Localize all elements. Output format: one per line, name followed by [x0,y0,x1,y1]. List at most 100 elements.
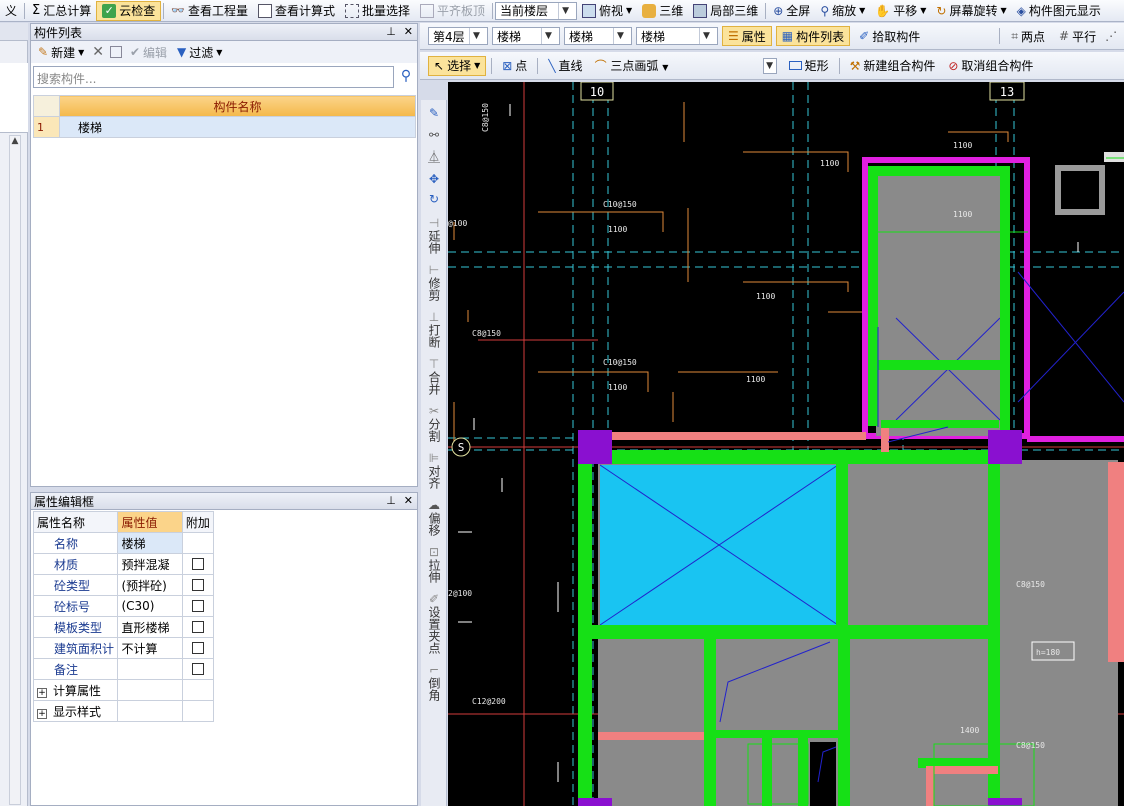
select-tool-button[interactable]: ↖ 选择 ▼ [428,55,487,76]
cancel-combo-button[interactable]: ⊘ 取消组合构件 [943,56,1038,76]
drawing-canvas[interactable]: 10 13 S 1100 1100 1100 1100 1100 1100 11… [448,82,1124,806]
property-row-concrete-type[interactable]: 砼类型 (预拌砼) [32,574,215,596]
prop-concrete-grade-checkbox[interactable] [181,595,215,617]
close-icon[interactable]: ✕ [404,25,413,38]
pan-button[interactable]: ✋ 平移 ▼ [870,1,931,21]
parallel-button[interactable]: # 平行 [1054,26,1101,46]
floor-select[interactable]: 第4层 ▼ [428,27,488,45]
rotate-tool-icon[interactable]: ↻ [421,192,447,206]
property-row-formwork[interactable]: 模板类型 直形楼梯 [32,616,215,638]
view-quantity-button[interactable]: 👓 查看工程量 [166,1,253,21]
brush-icon[interactable]: ✎ [421,106,447,120]
new-combo-button[interactable]: ⚒ 新建组合构件 [845,56,941,76]
property-row-building-area[interactable]: 建筑面积计 不计算 [32,637,215,659]
cad-drawing[interactable]: 10 13 S 1100 1100 1100 1100 1100 1100 11… [448,82,1124,806]
property-group-calc[interactable]: + 计算属性 [32,679,215,701]
break-tool[interactable]: ⊥ 打断 [421,310,447,351]
offset-tool[interactable]: ☁ 偏移 [421,498,447,539]
cursor-icon: ↖ [434,58,445,73]
extend-tool[interactable]: ⊣ 延伸 [421,216,447,257]
prop-concrete-type-checkbox[interactable] [181,574,215,596]
rect-tool-button[interactable]: 矩形 [784,56,834,76]
copy-tool-icon[interactable]: ⚯ [421,128,447,142]
prop-name-value[interactable]: 楼梯 [117,532,183,554]
prop-concrete-type-value[interactable]: (预拌砼) [117,574,183,596]
screen-rotate-button[interactable]: ↻ 屏幕旋转 ▼ [931,1,1011,21]
prop-remark-value[interactable] [117,658,183,680]
row-component-name[interactable]: 楼梯 [59,116,416,138]
batch-select-button[interactable]: 批量选择 [340,1,415,21]
prop-remark-checkbox[interactable] [181,658,215,680]
property-row-remark[interactable]: 备注 [32,658,215,680]
new-component-button[interactable]: ✎ 新建 ▼ [36,42,86,62]
zoom-button[interactable]: ⚲ 缩放 ▼ [815,1,870,21]
prop-material-value[interactable]: 预拌混凝 [117,553,183,575]
partial-menu-item[interactable]: 义 [0,1,22,21]
table-row[interactable]: 1 楼梯 [33,116,416,138]
mirror-icon[interactable]: ⏅ [421,150,447,164]
align-tool[interactable]: ⊫ 对齐 [421,451,447,492]
delete-icon[interactable]: ✕ [92,44,104,60]
component-display-button[interactable]: ◈ 构件图元显示 [1012,1,1106,21]
prop-group-calc-label[interactable]: + 计算属性 [32,679,119,701]
more-tools-icon[interactable]: ⋰ [1105,29,1117,43]
edit-component-button[interactable]: ✔ 编辑 [128,42,169,62]
view-formula-button[interactable]: 查看计算式 [253,1,340,21]
close-icon[interactable]: ✕ [404,494,413,507]
local-3d-button[interactable]: 局部三维 [688,1,763,21]
fullscreen-button[interactable]: ⊕ 全屏 [768,1,815,21]
svg-text:1100: 1100 [608,383,627,392]
pin-icon[interactable]: ⊥ [386,25,396,38]
cloud-check-button[interactable]: ✓ 云检查 [96,0,162,21]
property-group-display[interactable]: + 显示样式 [32,700,215,722]
current-floor-select[interactable]: 当前楼层 ▼ [495,1,578,20]
category-select-1[interactable]: 楼梯 ▼ [492,27,560,45]
property-row-material[interactable]: 材质 预拌混凝 [32,553,215,575]
prop-group-display-label[interactable]: + 显示样式 [32,700,119,722]
property-row-concrete-grade[interactable]: 砼标号 (C30) [32,595,215,617]
flat-slab-button[interactable]: 平齐板顶 [415,1,490,21]
prop-material-checkbox[interactable] [181,553,215,575]
prop-formwork-checkbox[interactable] [181,616,215,638]
prop-formwork-value[interactable]: 直形楼梯 [117,616,183,638]
column-header-name[interactable]: 构件名称 [59,95,416,117]
summary-calc-button[interactable]: Σ 汇总计算 [27,1,96,21]
top-view-button[interactable]: 俯视 ▼ [577,1,637,21]
merge-tool[interactable]: ⊤ 合并 [421,357,447,398]
stretch-tool[interactable]: ⊡ 拉伸 [421,545,447,586]
two-points-button[interactable]: ⌗ 两点 [1006,26,1050,46]
glasses-icon: 👓 [171,4,185,17]
split-tool[interactable]: ✂ 分割 [421,404,447,445]
filter-button[interactable]: ▼ 过滤 ▼ [175,42,224,62]
trim-tool[interactable]: ⊢ 修剪 [421,263,447,304]
copy-icon[interactable] [109,46,122,58]
rect-icon [788,61,802,70]
line-tool-button[interactable]: ╲ 直线 [543,56,587,76]
category-select-2[interactable]: 楼梯 ▼ [564,27,632,45]
properties-button[interactable]: ☰ 属性 [722,26,772,46]
left-edge-tab[interactable] [0,23,28,41]
grip-tool[interactable]: ✐ 设置夹点 [421,592,447,657]
move-icon[interactable]: ✥ [421,172,447,186]
prop-building-area-checkbox[interactable] [181,637,215,659]
point-tool-button[interactable]: ⊠ 点 [497,56,532,76]
arc-tool-select[interactable]: ⌒ 三点画弧 ▼ ▼ [591,57,781,75]
search-input[interactable]: 搜索构件... [33,66,394,88]
category-select-3[interactable]: 楼梯 ▼ [636,27,718,45]
component-list-button[interactable]: ▦ 构件列表 [775,26,851,46]
property-row-name[interactable]: 名称 楼梯 [32,532,215,554]
search-icon[interactable]: ⚲ [397,68,415,86]
hand-icon: ✋ [875,3,891,18]
expand-icon[interactable]: + [37,708,47,719]
offset-icon: ☁ [428,498,440,512]
list-icon: ▦ [781,29,794,43]
pin-icon[interactable]: ⊥ [386,494,396,507]
prop-building-area-value[interactable]: 不计算 [117,637,183,659]
left-scrollbar[interactable]: ▲ [9,135,21,805]
prop-concrete-grade-value[interactable]: (C30) [117,595,183,617]
expand-icon[interactable]: + [37,687,47,698]
three-d-button[interactable]: 三维 [637,1,688,21]
scroll-up-icon[interactable]: ▲ [10,136,20,146]
pick-component-button[interactable]: ✐ 拾取构件 [854,26,925,46]
chamfer-tool[interactable]: ⌐ 倒角 [421,663,447,704]
